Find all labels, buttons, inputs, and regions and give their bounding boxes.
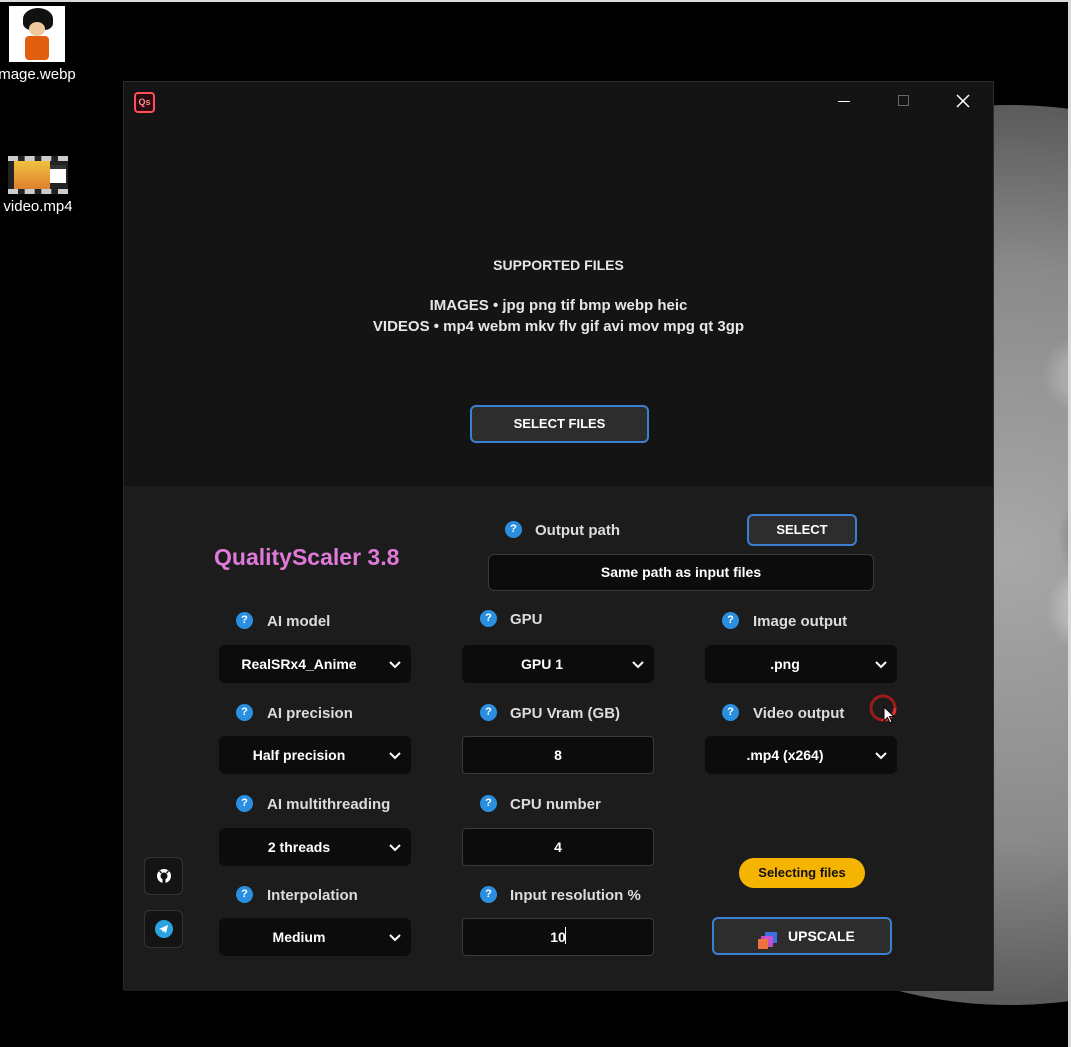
desktop-icon-image[interactable]: mage.webp [0, 6, 82, 83]
dropdown-value: .mp4 (x264) [746, 747, 824, 763]
ai-precision-label: AI precision [267, 705, 353, 722]
chevron-down-icon [632, 645, 644, 683]
app-logo-icon: Qs [134, 92, 155, 113]
video-output-dropdown[interactable]: .mp4 (x264) [705, 736, 897, 774]
telegram-button[interactable] [144, 910, 183, 948]
image-file-thumbnail-icon [9, 6, 65, 62]
close-icon [956, 94, 970, 108]
app-window: Qs SUPPORTED FILES IMAGES • jpg png tif … [123, 81, 994, 991]
chevron-down-icon [389, 828, 401, 866]
app-title: QualityScaler 3.8 [214, 544, 400, 570]
github-button[interactable] [144, 857, 183, 895]
dropdown-value: Half precision [252, 747, 346, 763]
supported-images-line: IMAGES • jpg png tif bmp webp heic [429, 297, 688, 314]
help-icon[interactable]: ? [480, 795, 497, 812]
help-icon[interactable]: ? [236, 612, 253, 629]
text-caret [565, 927, 566, 944]
status-badge: Selecting files [739, 858, 865, 888]
help-icon[interactable]: ? [480, 886, 497, 903]
video-output-label: Video output [753, 705, 845, 722]
file-drop-zone[interactable]: SUPPORTED FILES IMAGES • jpg png tif bmp… [124, 120, 993, 486]
ai-multithreading-dropdown[interactable]: 2 threads [219, 828, 411, 866]
dropdown-value: GPU 1 [520, 656, 563, 672]
chevron-down-icon [389, 736, 401, 774]
cpu-number-label: CPU number [510, 796, 601, 813]
desktop-icon-label: mage.webp [0, 66, 76, 83]
output-path-label: Output path [535, 522, 620, 539]
upscale-icon [758, 928, 778, 962]
busy-cursor-icon [866, 691, 900, 730]
chevron-down-icon [875, 736, 887, 774]
close-button[interactable] [938, 82, 988, 120]
select-files-button[interactable]: SELECT FILES [470, 405, 649, 443]
upscale-button-label: UPSCALE [788, 928, 855, 944]
gpu-vram-input[interactable]: 8 [462, 736, 654, 774]
help-icon[interactable]: ? [236, 886, 253, 903]
github-icon [157, 869, 171, 884]
help-icon[interactable]: ? [236, 795, 253, 812]
dropdown-value: 2 threads [267, 839, 331, 855]
chevron-down-icon [389, 645, 401, 683]
desktop-icon-video[interactable]: video.mp4 [0, 152, 83, 215]
ai-model-label: AI model [267, 613, 331, 630]
dropdown-value: .png [770, 656, 800, 672]
help-icon[interactable]: ? [236, 704, 253, 721]
help-icon[interactable]: ? [505, 521, 522, 538]
titlebar[interactable]: Qs [124, 82, 993, 120]
video-file-thumbnail-icon [8, 156, 68, 194]
minimize-button[interactable] [819, 82, 869, 120]
gpu-vram-label: GPU Vram (GB) [510, 705, 621, 722]
help-icon[interactable]: ? [480, 610, 497, 627]
gpu-dropdown[interactable]: GPU 1 [462, 645, 654, 683]
ai-multithreading-label: AI multithreading [267, 796, 391, 813]
interpolation-dropdown[interactable]: Medium [219, 918, 411, 956]
image-output-dropdown[interactable]: .png [705, 645, 897, 683]
desktop: mage.webp video.mp4 Qs SUPPORTED FILES I… [0, 0, 1071, 1047]
gpu-label: GPU [510, 611, 543, 628]
output-path-select-button[interactable]: SELECT [747, 514, 857, 546]
cpu-number-input[interactable]: 4 [462, 828, 654, 866]
supported-videos-line: VIDEOS • mp4 webm mkv flv gif avi mov mp… [372, 318, 745, 335]
supported-files-title: SUPPORTED FILES [493, 257, 624, 273]
telegram-icon [155, 920, 173, 938]
desktop-top-border [0, 0, 1071, 2]
ai-precision-dropdown[interactable]: Half precision [219, 736, 411, 774]
help-icon[interactable]: ? [722, 612, 739, 629]
settings-panel: QualityScaler 3.8 ? Output path SELECT S… [124, 486, 993, 991]
upscale-button[interactable]: UPSCALE [712, 917, 892, 955]
output-path-field[interactable]: Same path as input files [488, 554, 874, 591]
help-icon[interactable]: ? [480, 704, 497, 721]
chevron-down-icon [875, 645, 887, 683]
chevron-down-icon [389, 918, 401, 956]
image-output-label: Image output [753, 613, 848, 630]
help-icon[interactable]: ? [722, 704, 739, 721]
interpolation-label: Interpolation [267, 887, 358, 904]
input-resolution-input[interactable]: 10 [462, 918, 654, 956]
dropdown-value: RealSRx4_Anime [241, 656, 357, 672]
ai-model-dropdown[interactable]: RealSRx4_Anime [219, 645, 411, 683]
maximize-button[interactable] [879, 82, 929, 120]
input-resolution-label: Input resolution % [510, 887, 641, 904]
desktop-icon-label: video.mp4 [3, 198, 73, 215]
dropdown-value: Medium [272, 929, 326, 945]
